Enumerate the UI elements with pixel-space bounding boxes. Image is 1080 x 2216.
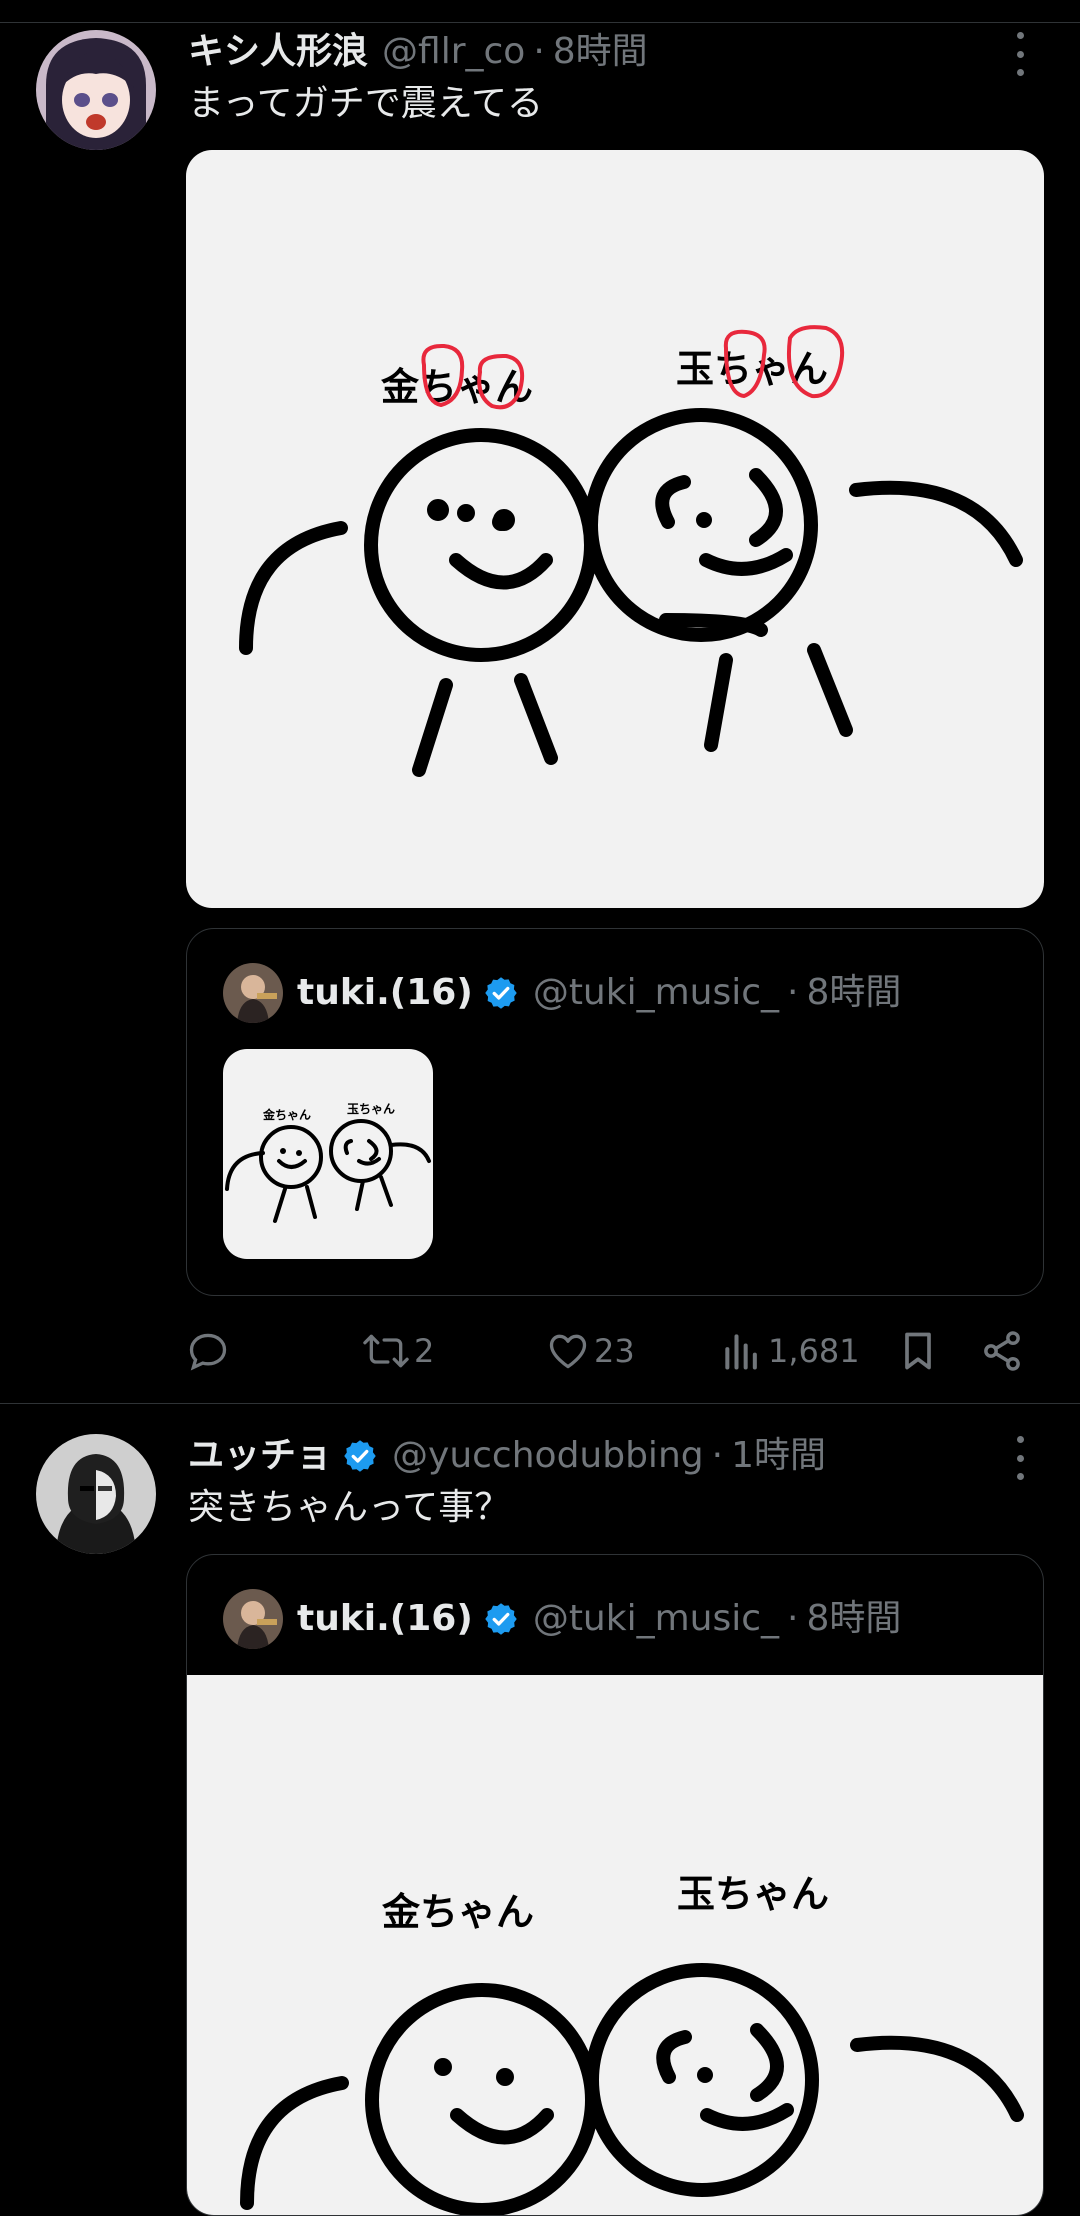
retweet-icon [363, 1334, 409, 1368]
heart-icon [549, 1334, 587, 1369]
timestamp[interactable]: 8時間 [553, 30, 648, 74]
timestamp[interactable]: 1時間 [731, 1434, 826, 1478]
quoted-media-image[interactable]: 金ちゃん 玉ちゃん [187, 1675, 1043, 2215]
tweet-header: キシ人形浪 @fllr_co · 8時間 [188, 30, 648, 74]
display-name[interactable]: キシ人形浪 [188, 30, 368, 74]
media-label-left: 金ちゃん [381, 1890, 534, 1934]
reply-button[interactable] [186, 1326, 230, 1376]
more-options-icon[interactable] [1010, 1436, 1030, 1480]
separator: · [787, 1598, 799, 1639]
media-label-right: 玉ちゃん [676, 347, 828, 391]
bookmark-button[interactable] [896, 1326, 940, 1376]
display-name[interactable]: ユッチョ [188, 1434, 332, 1478]
quoted-timestamp[interactable]: 8時間 [806, 971, 901, 1015]
views-button[interactable]: 1,681 [720, 1326, 860, 1376]
quoted-tweet[interactable]: tuki.(16) @tuki_music_ · 8時間 金ちゃん 玉ちゃん [186, 1554, 1044, 2216]
username[interactable]: @fllr_co [382, 30, 525, 74]
tweet-divider [0, 1403, 1080, 1404]
retweet-button[interactable]: 2 [362, 1326, 434, 1376]
avatar[interactable] [36, 1434, 156, 1554]
media-label-right: 玉ちゃん [677, 1872, 829, 1916]
bookmark-icon [905, 1332, 931, 1370]
tweet-text: まってガチで震えてる [188, 83, 543, 124]
quoted-display-name[interactable]: tuki.(16) [297, 1597, 473, 1641]
share-icon [984, 1331, 1020, 1371]
verified-badge-icon [485, 1603, 517, 1635]
quoted-avatar[interactable] [223, 963, 283, 1023]
tweet-actions: 2 23 1,681 [186, 1326, 1026, 1376]
separator: · [533, 31, 545, 72]
separator: · [711, 1435, 724, 1476]
quoted-tweet-header: tuki.(16) @tuki_music_ · 8時間 [223, 963, 901, 1023]
username[interactable]: @yucchodubbing [392, 1434, 704, 1478]
like-button[interactable]: 23 [546, 1326, 635, 1376]
share-button[interactable] [980, 1326, 1024, 1376]
top-divider [0, 22, 1080, 23]
quoted-username[interactable]: @tuki_music_ [533, 971, 779, 1015]
quoted-media-thumbnail[interactable]: 金ちゃん 玉ちゃん [223, 1049, 433, 1259]
thumb-label-right: 玉ちゃん [347, 1102, 395, 1116]
more-options-icon[interactable] [1010, 32, 1030, 76]
quoted-timestamp[interactable]: 8時間 [806, 1597, 901, 1641]
quoted-display-name[interactable]: tuki.(16) [297, 971, 473, 1015]
quoted-tweet-header: tuki.(16) @tuki_music_ · 8時間 [223, 1589, 901, 1649]
verified-badge-icon [485, 977, 517, 1009]
separator: · [787, 972, 799, 1013]
verified-badge-icon [344, 1440, 376, 1472]
quoted-tweet[interactable]: tuki.(16) @tuki_music_ · 8時間 金ちゃん 玉ちゃん [186, 928, 1044, 1296]
like-count: 23 [594, 1332, 635, 1370]
avatar[interactable] [36, 30, 156, 150]
quoted-username[interactable]: @tuki_music_ [533, 1597, 779, 1641]
views-count: 1,681 [768, 1332, 860, 1370]
reply-icon [189, 1333, 227, 1371]
thumb-label-left: 金ちゃん [262, 1107, 311, 1122]
views-icon [725, 1334, 757, 1370]
quoted-avatar[interactable] [223, 1589, 283, 1649]
retweet-count: 2 [414, 1332, 435, 1370]
tweet-header: ユッチョ @yucchodubbing · 1時間 [188, 1434, 826, 1478]
tweet-media-image[interactable]: 金ちゃん 玉ちゃん [186, 150, 1044, 908]
tweet-text: 突きちゃんって事？ [188, 1487, 511, 1528]
